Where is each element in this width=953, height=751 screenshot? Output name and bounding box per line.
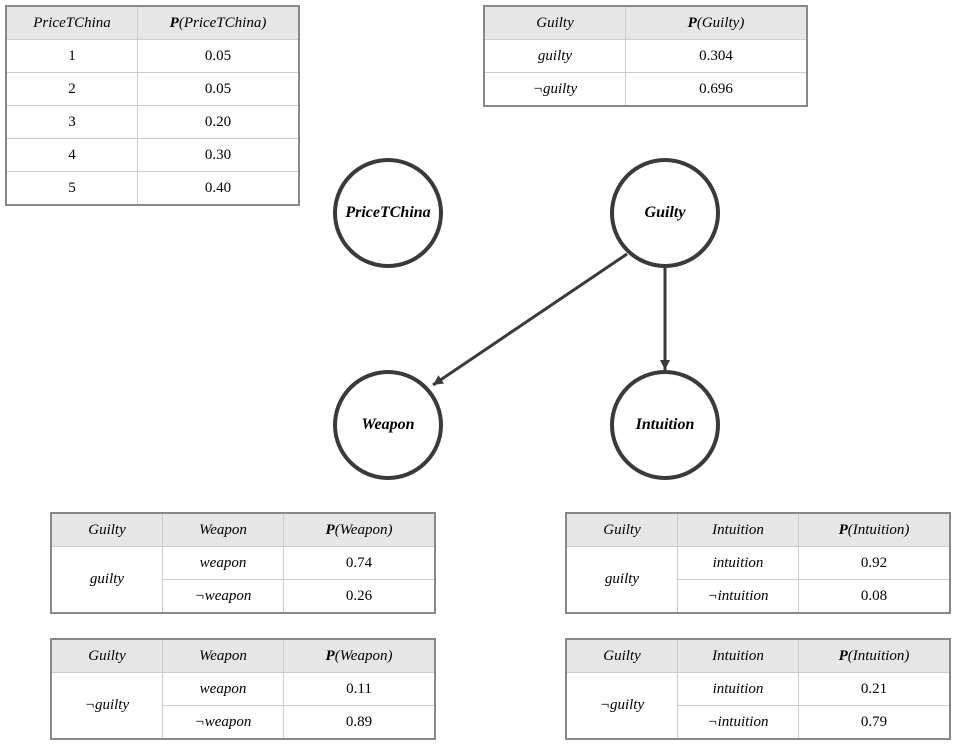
table-row-p: 0.696 — [626, 73, 808, 107]
table-row-p: 0.304 — [626, 40, 808, 73]
table-intuition-given-guilty: Guilty Intuition P(Intuition) guilty int… — [565, 512, 951, 614]
table-row-val: 4 — [6, 139, 138, 172]
table-row-val: 1 — [6, 40, 138, 73]
node-pricetchina: PriceTChina — [333, 158, 443, 268]
node-guilty: Guilty — [610, 158, 720, 268]
node-label: Weapon — [361, 416, 414, 434]
table-weapon-given-notguilty: Guilty Weapon P(Weapon) ¬guilty weapon 0… — [50, 638, 436, 740]
node-label: Intuition — [636, 416, 695, 434]
table-guilty: Guilty P(Guilty) guilty0.304¬guilty0.696 — [483, 5, 808, 107]
table-row-p: 0.30 — [138, 139, 300, 172]
table-pricetchina: PriceTChina P(PriceTChina) 10.0520.0530.… — [5, 5, 300, 206]
table-row-val: guilty — [484, 40, 626, 73]
table-row-val: 3 — [6, 106, 138, 139]
table-row-p: 0.05 — [138, 73, 300, 106]
table-row-val: 5 — [6, 172, 138, 206]
node-weapon: Weapon — [333, 370, 443, 480]
node-label: PriceTChina — [345, 204, 430, 222]
col-var: Guilty — [536, 15, 574, 31]
table-row-p: 0.40 — [138, 172, 300, 206]
table-row-val: ¬guilty — [484, 73, 626, 107]
node-label: Guilty — [645, 204, 686, 222]
table-row-p: 0.05 — [138, 40, 300, 73]
table-weapon-given-guilty: Guilty Weapon P(Weapon) guilty weapon 0.… — [50, 512, 436, 614]
node-intuition: Intuition — [610, 370, 720, 480]
col-var: PriceTChina — [33, 15, 111, 31]
table-row-val: 2 — [6, 73, 138, 106]
table-row-p: 0.20 — [138, 106, 300, 139]
table-intuition-given-notguilty: Guilty Intuition P(Intuition) ¬guilty in… — [565, 638, 951, 740]
